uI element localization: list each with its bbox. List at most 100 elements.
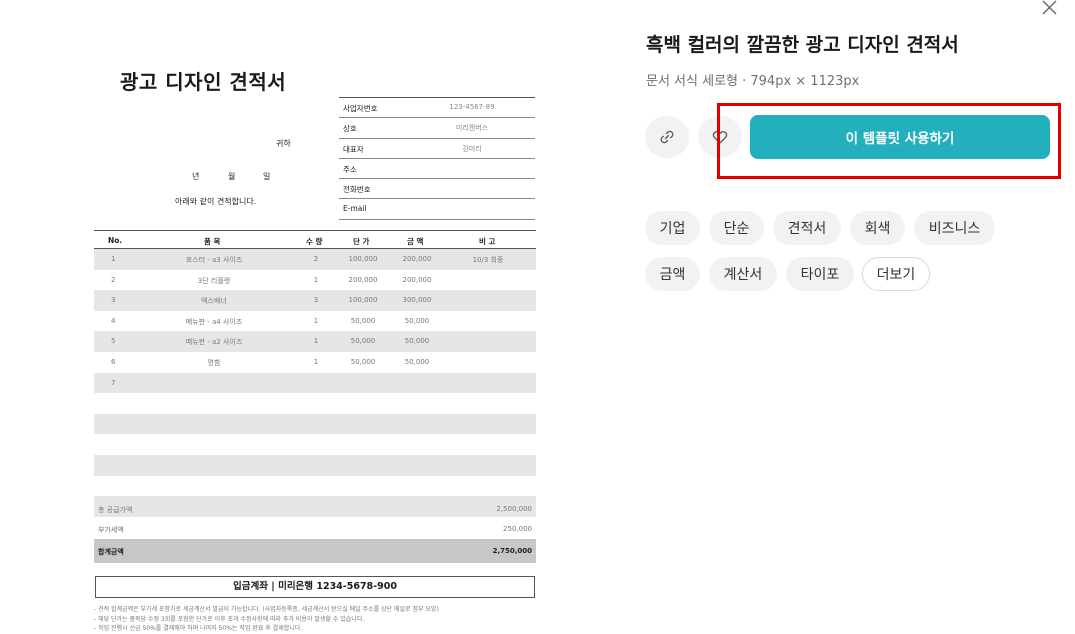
intro-text: 아래와 같이 견적합니다. xyxy=(175,197,257,206)
link-icon xyxy=(660,130,674,144)
cell-amount: 300,000 xyxy=(402,296,432,305)
col-qty: 수 량 xyxy=(306,237,323,246)
info-label: 사업자번호 xyxy=(343,104,378,113)
tag-chip[interactable]: 기업 xyxy=(645,211,700,245)
tag-chip[interactable]: 회색 xyxy=(850,211,905,245)
cell-no: 4 xyxy=(111,316,116,325)
cell-no: 5 xyxy=(111,337,116,346)
cell-price: 50,000 xyxy=(350,337,376,346)
info-value: 강미리 xyxy=(462,144,482,153)
close-button[interactable] xyxy=(1038,0,1062,16)
cell-name: 포스터 - a3 사이즈 xyxy=(185,256,243,264)
tag-chip[interactable]: 단순 xyxy=(709,211,764,245)
cell-qty: 1 xyxy=(313,275,319,284)
cell-note: 10/3 최종 xyxy=(472,256,504,264)
date-day: 일 xyxy=(263,172,271,181)
table-row: 7 xyxy=(94,372,536,394)
info-row: 대표자 강미리 xyxy=(339,139,535,159)
template-preview: 광고 디자인 견적서 귀하 년 월 일 아래와 같이 견적합니다. 사업자번호 1… xyxy=(94,55,536,634)
cell-name: 3단 리플렛 xyxy=(197,276,231,285)
info-label: E-mail xyxy=(343,204,367,214)
cell-price: 100,000 xyxy=(348,255,378,263)
more-tags-button[interactable]: 더보기 xyxy=(862,257,930,291)
note-line: - 작업 진행시 선금 50%를 결제해야 하며 나머지 50%는 작업 완료 … xyxy=(94,625,303,632)
like-button[interactable] xyxy=(698,116,742,158)
copy-link-button[interactable] xyxy=(645,116,689,158)
info-label: 전화번호 xyxy=(343,185,371,195)
cell-no: 1 xyxy=(111,255,116,263)
cell-name: 명함 xyxy=(207,358,221,367)
col-item: 품 목 xyxy=(204,237,221,246)
total-label: 합계금액 xyxy=(98,548,124,556)
table-row: 3 엑스배너 3 100,000 300,000 xyxy=(94,290,536,311)
cell-name: 엑스배너 xyxy=(201,297,227,306)
cell-price: 50,000 xyxy=(350,357,376,366)
info-row: 주소 xyxy=(339,159,535,180)
supply-value: 2,500,000 xyxy=(496,505,532,513)
col-price: 단 가 xyxy=(353,237,370,246)
tag-chip[interactable]: 견적서 xyxy=(773,211,841,245)
info-label: 상호 xyxy=(343,124,357,134)
col-note: 비 고 xyxy=(479,237,496,246)
recipient-suffix: 귀하 xyxy=(276,139,291,148)
info-row: E-mail xyxy=(339,199,535,220)
note-line: - 견적 합계금액은 부가세 포함가로 세금계산서 발급이 가능합니다. (사업… xyxy=(94,606,439,613)
notes: - 견적 합계금액은 부가세 포함가로 세금계산서 발급이 가능합니다. (사업… xyxy=(94,604,536,633)
tag-chip[interactable]: 타이포 xyxy=(786,257,854,291)
items-table: No. 품 목 수 량 단 가 금 액 비 고 1 포스터 - a3 사이즈 2 10… xyxy=(94,230,536,517)
template-meta: 문서 서식 세로형 · 794px × 1123px xyxy=(646,74,860,89)
cell-name: 메뉴판 - a2 사이즈 xyxy=(185,338,243,347)
table-row: 6 명함 1 50,000 50,000 xyxy=(94,352,536,373)
cell-no: 6 xyxy=(111,357,116,366)
supply-row: 총 공급가액 2,500,000 xyxy=(94,499,536,519)
info-label: 대표자 xyxy=(343,144,364,154)
info-row: 상호 미리캔버스 xyxy=(339,118,535,139)
col-no: No. xyxy=(108,236,123,245)
table-row: 1 포스터 - a3 사이즈 2 100,000 200,000 10/3 최종 xyxy=(94,249,536,270)
table-row xyxy=(94,454,536,476)
cell-qty: 1 xyxy=(313,337,319,346)
total-row: 합계금액 2,750,000 xyxy=(94,539,536,563)
col-amount: 금 액 xyxy=(407,237,424,246)
cell-qty: 1 xyxy=(313,316,319,325)
heart-icon xyxy=(712,131,728,144)
info-row: 전화번호 xyxy=(339,179,535,200)
tag-chip[interactable]: 금액 xyxy=(645,257,700,291)
cell-amount: 50,000 xyxy=(404,316,430,325)
cell-amount: 50,000 xyxy=(404,337,430,346)
supplier-info-table: 사업자번호 123-4567-89 상호 미리캔버스 대표자 강미리 주소 전화번호 … xyxy=(339,97,535,220)
table-row: 5 메뉴판 - a2 사이즈 1 50,000 50,000 xyxy=(94,331,536,352)
table-row xyxy=(94,413,536,435)
info-value: 미리캔버스 xyxy=(455,124,489,133)
cell-no: 2 xyxy=(111,275,116,284)
table-row: 2 3단 리플렛 1 200,000 200,000 xyxy=(94,270,536,291)
use-template-button[interactable]: 이 템플릿 사용하기 xyxy=(750,115,1050,159)
tag-chip[interactable]: 계산서 xyxy=(709,257,777,291)
tag-chip[interactable]: 비즈니스 xyxy=(914,211,995,245)
supply-label: 총 공급가액 xyxy=(98,506,133,514)
table-row: 4 메뉴판 - a4 사이즈 1 50,000 50,000 xyxy=(94,311,536,332)
cell-price: 200,000 xyxy=(348,275,378,284)
bank-account: 입금계좌 | 미리은행 1234-5678-900 xyxy=(95,576,535,598)
info-row: 사업자번호 123-4567-89 xyxy=(339,98,535,119)
date-year: 년 xyxy=(192,172,200,181)
cell-name: 메뉴판 - a4 사이즈 xyxy=(185,317,243,326)
close-icon xyxy=(1042,0,1057,15)
template-title: 흑백 컬러의 깔끔한 광고 디자인 견적서 xyxy=(646,34,959,56)
cell-price: 50,000 xyxy=(350,316,376,325)
cell-no: 7 xyxy=(111,378,116,387)
cell-qty: 1 xyxy=(313,357,319,366)
cell-amount: 200,000 xyxy=(402,255,432,263)
note-line: - 해당 단가는 품목당 수정 3회를 포함한 단가로 이후 초과 수정사항에 … xyxy=(94,615,365,623)
vat-value: 250,000 xyxy=(503,525,532,533)
document-title: 광고 디자인 견적서 xyxy=(120,70,287,94)
info-value: 123-4567-89 xyxy=(449,103,495,111)
table-row xyxy=(94,393,536,414)
items-header: No. 품 목 수 량 단 가 금 액 비 고 xyxy=(94,231,536,249)
cell-amount: 200,000 xyxy=(402,275,432,284)
cell-qty: 3 xyxy=(313,296,319,305)
vat-label: 부가세액 xyxy=(98,526,124,534)
vat-row: 부가세액 250,000 xyxy=(94,519,536,539)
table-row xyxy=(94,434,536,455)
cell-amount: 50,000 xyxy=(404,357,430,366)
